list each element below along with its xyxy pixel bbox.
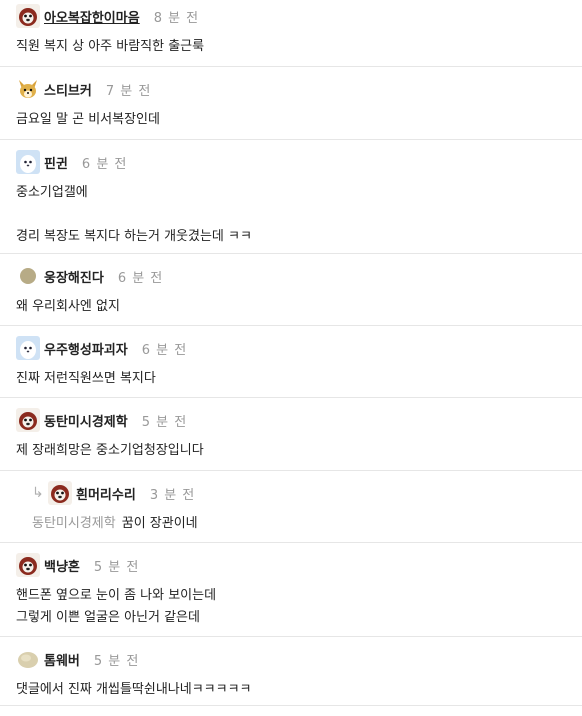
dog-avatar-icon[interactable] — [16, 553, 40, 577]
nickname[interactable]: 백냥혼 — [44, 556, 80, 575]
comment: 동탄미시경제학 5 분 전 제 장래희망은 중소기업청장입니다 — [0, 398, 582, 471]
comment-meta: 백냥혼 5 분 전 — [16, 553, 582, 577]
comment-meta: 우주행성파괴자 6 분 전 — [16, 336, 582, 360]
dog-avatar-icon[interactable] — [16, 408, 40, 432]
blob-avatar-icon[interactable] — [16, 647, 40, 671]
comment: 우주행성파괴자 6 분 전 진짜 저런직원쓰면 복지다 — [0, 326, 582, 398]
comment-meta: ↳ 흰머리수리 3 분 전 — [32, 481, 582, 505]
comment-meta: 스티브커 7 분 전 — [16, 77, 582, 101]
reply-arrow-icon: ↳ — [32, 485, 44, 501]
timestamp: 6 분 전 — [117, 270, 164, 286]
nickname[interactable]: 동탄미시경제학 — [44, 411, 128, 430]
comment-text: 금요일 말 곤 비서복장인데 — [16, 112, 160, 127]
reply-mention[interactable]: 동탄미시경제학 — [32, 516, 116, 531]
nickname[interactable]: 흰머리수리 — [76, 484, 136, 503]
comment-text: 진짜 저런직원쓰면 복지다 — [16, 371, 156, 386]
timestamp: 3 분 전 — [149, 487, 196, 503]
comment: 스티브커 7 분 전 금요일 말 곤 비서복장인데 — [0, 67, 582, 140]
comment-body: 중소기업갤에 경리 복장도 복지다 하는거 개웃겼는데 ㅋㅋ — [16, 174, 582, 248]
comment-body: 핸드폰 옆으로 눈이 좀 나와 보이는데 그렇게 이쁜 얼굴은 아닌거 같은데 — [16, 577, 582, 629]
comment-text: 꿈이 장관이네 — [121, 516, 198, 531]
comment-text: 그렇게 이쁜 얼굴은 아닌거 같은데 — [16, 610, 200, 625]
comment-text: 경리 복장도 복지다 하는거 개웃겼는데 ㅋㅋ — [16, 229, 252, 244]
timestamp: 6 분 전 — [141, 342, 188, 358]
comment-meta: 톰웨버 5 분 전 — [16, 647, 582, 671]
comment: 웅장해진다 6 분 전 왜 우리회사엔 없지 — [0, 254, 582, 326]
nickname[interactable]: 핀귄 — [44, 153, 68, 172]
seal-avatar-icon[interactable] — [16, 150, 40, 174]
comment-body: 동탄미시경제학 꿈이 장관이네 — [32, 505, 582, 535]
comment-text: 중소기업갤에 — [16, 185, 88, 200]
comment-body: 직원 복지 상 아주 바람직한 출근룩 — [16, 28, 582, 58]
timestamp: 6 분 전 — [81, 156, 128, 172]
dog-avatar-icon[interactable] — [16, 4, 40, 28]
comment-meta: 핀귄 6 분 전 — [16, 150, 582, 174]
comment-body: 댓글에서 진짜 개씹틀딱쉰내나네ㅋㅋㅋㅋㅋ — [16, 671, 582, 701]
comment-body: 제 장래희망은 중소기업청장입니다 — [16, 432, 582, 462]
fox-avatar-icon[interactable] — [16, 77, 40, 101]
olive-dot-avatar-icon[interactable] — [20, 268, 36, 284]
timestamp: 5 분 전 — [93, 559, 140, 575]
comment-text: 댓글에서 진짜 개씹틀딱쉰내나네ㅋㅋㅋㅋㅋ — [16, 682, 252, 697]
comment-text: 직원 복지 상 아주 바람직한 출근룩 — [16, 39, 205, 54]
timestamp: 5 분 전 — [93, 653, 140, 669]
seal-avatar-icon[interactable] — [16, 336, 40, 360]
comment-meta: 동탄미시경제학 5 분 전 — [16, 408, 582, 432]
comment-text: 왜 우리회사엔 없지 — [16, 299, 120, 314]
comment: 백냥혼 5 분 전 핸드폰 옆으로 눈이 좀 나와 보이는데 그렇게 이쁜 얼굴… — [0, 543, 582, 637]
nickname[interactable]: 스티브커 — [44, 80, 92, 99]
timestamp: 5 분 전 — [141, 414, 188, 430]
nickname[interactable]: 톰웨버 — [44, 650, 80, 669]
nickname-link[interactable]: 아오복잡한이마음 — [44, 7, 140, 26]
comment-text: 제 장래희망은 중소기업청장입니다 — [16, 443, 204, 458]
nickname[interactable]: 우주행성파괴자 — [44, 339, 128, 358]
comment: 톰웨버 5 분 전 댓글에서 진짜 개씹틀딱쉰내나네ㅋㅋㅋㅋㅋ — [0, 637, 582, 706]
comment-list: 아오복잡한이마음 8 분 전 직원 복지 상 아주 바람직한 출근룩 스티브커 … — [0, 0, 582, 706]
comment-meta: 아오복잡한이마음 8 분 전 — [16, 4, 582, 28]
comment: 핀귄 6 분 전 중소기업갤에 경리 복장도 복지다 하는거 개웃겼는데 ㅋㅋ — [0, 140, 582, 254]
reply-comment: ↳ 흰머리수리 3 분 전 동탄미시경제학 꿈이 장관이네 — [0, 471, 582, 543]
comment: 아오복잡한이마음 8 분 전 직원 복지 상 아주 바람직한 출근룩 — [0, 0, 582, 67]
comment-body: 왜 우리회사엔 없지 — [16, 288, 582, 318]
dog-avatar-icon[interactable] — [48, 481, 72, 505]
comment-text: 핸드폰 옆으로 눈이 좀 나와 보이는데 — [16, 588, 217, 603]
timestamp: 7 분 전 — [105, 83, 152, 99]
comment-body: 진짜 저런직원쓰면 복지다 — [16, 360, 582, 390]
nickname[interactable]: 웅장해진다 — [44, 267, 104, 286]
comment-meta: 웅장해진다 6 분 전 — [16, 264, 582, 288]
comment-body: 금요일 말 곤 비서복장인데 — [16, 101, 582, 131]
timestamp: 8 분 전 — [153, 10, 200, 26]
